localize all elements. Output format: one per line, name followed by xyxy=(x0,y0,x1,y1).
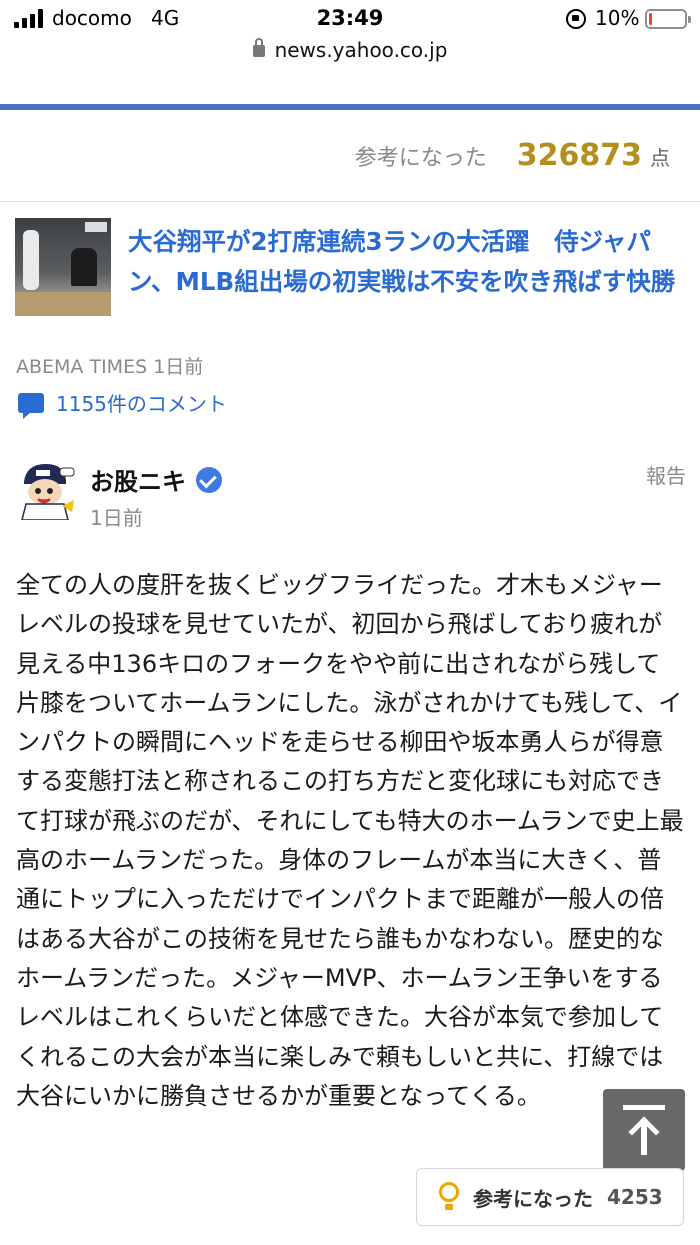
helpful-unit: 点 xyxy=(650,146,670,170)
article-helpful-summary: 参考になった 326873 点 xyxy=(355,138,670,173)
scroll-top-bar-icon xyxy=(623,1105,665,1110)
scroll-to-top-button[interactable] xyxy=(603,1089,685,1171)
battery-icon xyxy=(645,9,691,29)
report-button[interactable]: 報告 xyxy=(646,460,686,489)
source-posted: 1日前 xyxy=(153,356,204,378)
avatar[interactable] xyxy=(16,460,76,520)
status-bar: docomo 4G 23:49 10% xyxy=(0,0,700,38)
comment-timestamp: 1日前 xyxy=(90,506,143,530)
url-text: news.yahoo.co.jp xyxy=(274,38,448,62)
rotation-lock-icon xyxy=(566,9,586,29)
battery-percent: 10% xyxy=(595,6,640,30)
comments-link[interactable]: 1155件のコメント xyxy=(18,388,227,419)
helpful-label: 参考になった xyxy=(354,146,487,171)
comment-bubble-icon xyxy=(18,392,44,419)
article-title-link[interactable]: 大谷翔平が2打席連続3ランの大活躍 侍ジャパン、MLB組出場の初実戦は不安を吹き… xyxy=(128,222,686,302)
source-name: ABEMA TIMES xyxy=(16,356,148,378)
helpful-count: 326873 xyxy=(516,138,642,173)
section-divider xyxy=(0,104,700,110)
helpful-button[interactable]: 参考になった 4253 xyxy=(416,1168,684,1226)
battery-level-fill xyxy=(649,13,652,25)
comments-link-label: 1155件のコメント xyxy=(56,392,227,416)
article-thumbnail[interactable] xyxy=(15,218,111,316)
article-source: ABEMA TIMES 1日前 xyxy=(16,352,203,379)
address-bar[interactable]: news.yahoo.co.jp xyxy=(0,38,700,68)
lock-icon xyxy=(252,38,265,57)
verified-badge-icon xyxy=(196,466,222,493)
divider xyxy=(0,201,700,202)
comment-body: 全ての人の度肝を抜くビッグフライだった。才木もメジャーレベルの投球を見せていたが… xyxy=(16,571,684,1110)
avatar-illustration xyxy=(16,460,76,520)
lightbulb-icon xyxy=(439,1182,459,1212)
helpful-button-label: 参考になった xyxy=(473,1186,593,1211)
helpful-button-count: 4253 xyxy=(607,1185,663,1209)
user-name: お股ニキ xyxy=(90,468,186,496)
comment-user[interactable]: お股ニキ xyxy=(90,462,222,497)
previous-section-peek: ᵒᵒᵀ xyxy=(0,68,700,82)
